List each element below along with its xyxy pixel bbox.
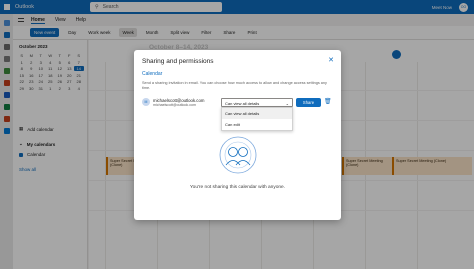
empty-message: You're not sharing this calendar with an… bbox=[189, 185, 286, 190]
chevron-down-icon: ⌄ bbox=[285, 100, 289, 106]
permission-option[interactable]: Can view all details bbox=[222, 108, 292, 119]
sharing-dialog: Sharing and permissions ✕ Calendar Send … bbox=[134, 50, 341, 220]
permission-option[interactable]: Can edit bbox=[222, 119, 292, 130]
dialog-description: Send a sharing invitation in email. You … bbox=[142, 81, 327, 90]
permission-value: Can view all details bbox=[225, 100, 260, 106]
dialog-section-title: Calendar bbox=[142, 71, 163, 77]
people-illustration bbox=[219, 136, 257, 174]
share-button[interactable]: Share bbox=[296, 98, 321, 107]
person-row: M michaelscott@outlook.com michaelscott@… bbox=[142, 98, 204, 107]
permission-select[interactable]: Can view all details ⌄ bbox=[221, 98, 293, 107]
trash-icon[interactable]: 🗑 bbox=[324, 98, 332, 107]
person-email-secondary: michaelscott@outlook.com bbox=[153, 103, 196, 107]
person-avatar: M bbox=[142, 98, 150, 106]
close-icon[interactable]: ✕ bbox=[328, 56, 334, 64]
dialog-title: Sharing and permissions bbox=[142, 58, 214, 65]
permission-dropdown: Can view all details Can edit bbox=[221, 107, 293, 131]
